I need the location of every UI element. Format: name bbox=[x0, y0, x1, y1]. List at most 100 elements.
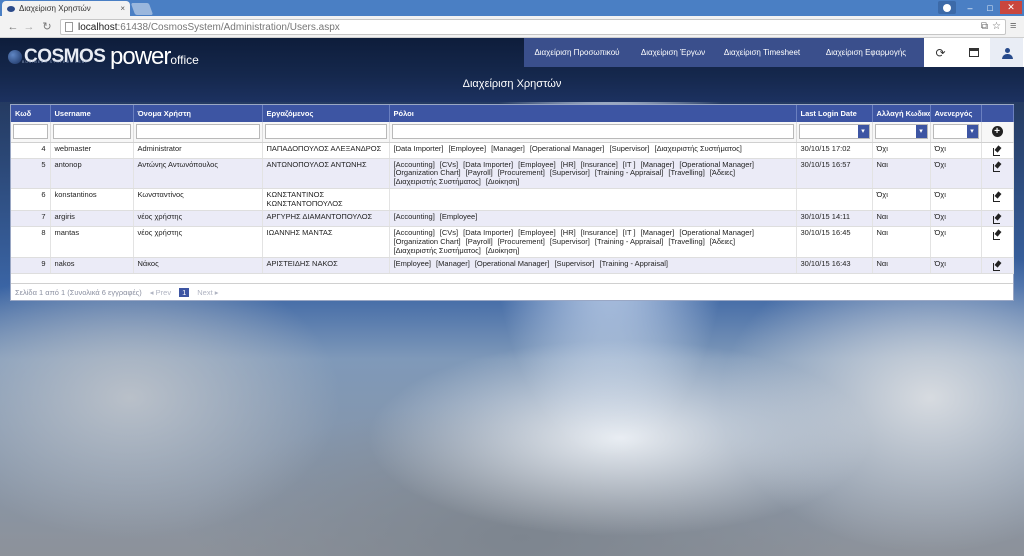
cosmos-logo: COSMOS bbox=[8, 45, 106, 69]
edit-icon[interactable] bbox=[992, 146, 1002, 156]
cell-display-name: Administrator bbox=[133, 142, 263, 159]
add-user-icon[interactable]: + bbox=[991, 126, 1003, 138]
role-tag: [Employee] bbox=[393, 259, 432, 269]
cell-last-login: 30/10/15 16:45 bbox=[796, 226, 873, 259]
col-header-roles[interactable]: Ρόλοι bbox=[389, 105, 797, 122]
edit-icon[interactable] bbox=[992, 162, 1002, 172]
maximize-button[interactable]: □ bbox=[982, 1, 998, 14]
table-row[interactable]: 4 webmaster Administrator ΠΑΠΑΔΟΠΟΥΛΟΣ ΑΛΕΞ… bbox=[11, 142, 1014, 159]
cell-display-name: Αντώνης Αντωνόπουλος bbox=[133, 158, 263, 190]
bookmark-star-icon[interactable]: ☆ bbox=[992, 21, 1001, 32]
cell-display-name: νέος χρήστης bbox=[133, 226, 263, 259]
edit-icon[interactable] bbox=[992, 261, 1002, 272]
url-input[interactable]: localhost :61438/CosmosSystem/Administra… bbox=[60, 19, 1006, 35]
minimize-button[interactable]: – bbox=[962, 1, 978, 14]
filter-display-name-input[interactable] bbox=[135, 124, 260, 140]
users-grid: Κωδ Username Όνομα Χρήστη Εργαζόμενος Ρό… bbox=[10, 104, 1014, 301]
poweroffice-logo: poweroffice bbox=[110, 43, 199, 71]
new-tab-button[interactable] bbox=[130, 3, 154, 15]
filter-change-password-select[interactable]: ▾ bbox=[874, 124, 928, 140]
refresh-icon[interactable]: ⟳ bbox=[924, 38, 957, 67]
cell-roles: [Accounting] [CVs] [Data Importer] [Employe… bbox=[389, 158, 797, 190]
cell-display-name: Κωνσταντίνος bbox=[133, 188, 263, 212]
edit-icon[interactable] bbox=[992, 214, 1002, 225]
filter-row: ▾ ▾ ▾ + bbox=[11, 122, 1014, 143]
filter-inactive-select[interactable]: ▾ bbox=[932, 124, 979, 140]
nav-item-application[interactable]: Διαχείριση Εφαρμογής bbox=[808, 38, 924, 67]
role-tag: [Operational Manager] bbox=[529, 143, 605, 153]
edit-icon[interactable] bbox=[992, 230, 1002, 241]
role-tag: [Άδειες] bbox=[709, 168, 736, 178]
power-logo-text: power bbox=[110, 43, 171, 70]
reload-icon[interactable]: ↻ bbox=[40, 20, 54, 34]
user-glyph bbox=[1001, 47, 1013, 59]
pager-page-1[interactable]: 1 bbox=[179, 287, 190, 297]
cell-username: nakos bbox=[50, 257, 134, 275]
role-tag: [Supervisor] bbox=[549, 237, 590, 247]
app-header: COSMOS BUSINESS SYSTEMS AEBE poweroffice… bbox=[0, 38, 1024, 102]
cell-actions bbox=[981, 158, 1014, 190]
grid-header-row: Κωδ Username Όνομα Χρήστη Εργαζόμενος Ρό… bbox=[11, 105, 1014, 122]
col-header-actions bbox=[981, 105, 1014, 122]
table-row[interactable]: 5 antonop Αντώνης Αντωνόπουλος ΑΝΤΩΝΟΠΟΥΛΟΣ… bbox=[11, 158, 1014, 190]
pager-next-button[interactable]: Next ▸ bbox=[197, 288, 218, 297]
nav-item-projects[interactable]: Διαχείριση Έργων bbox=[630, 38, 716, 67]
cell-employee: ΑΡΙΣΤΕΙΔΗΣ ΝΑΚΟΣ bbox=[262, 257, 390, 275]
col-header-inactive[interactable]: Ανενεργός bbox=[930, 105, 982, 122]
cosmos-logo-text: COSMOS bbox=[24, 46, 106, 67]
cell-id: 9 bbox=[11, 257, 51, 275]
user-menu-icon[interactable] bbox=[990, 38, 1023, 67]
back-arrow-icon[interactable]: ← bbox=[6, 20, 20, 34]
col-header-last-login[interactable]: Last Login Date bbox=[796, 105, 873, 122]
cell-last-login: 30/10/15 16:57 bbox=[796, 158, 873, 190]
col-header-change-password[interactable]: Αλλαγή Κωδικού bbox=[872, 105, 931, 122]
chevron-down-icon: ▾ bbox=[915, 125, 927, 139]
cell-id: 4 bbox=[11, 142, 51, 159]
browser-menu-icon[interactable]: ≡ bbox=[1010, 20, 1016, 32]
grid-body: 4 webmaster Administrator ΠΑΠΑΔΟΠΟΥΛΟΣ ΑΛΕΞ… bbox=[11, 142, 1014, 275]
window-icon[interactable] bbox=[957, 38, 990, 67]
pager-prev-button[interactable]: ◂ Prev bbox=[150, 288, 171, 297]
col-header-display-name[interactable]: Όνομα Χρήστη bbox=[133, 105, 263, 122]
browser-tab[interactable]: Διαχείριση Χρηστών × bbox=[2, 1, 130, 16]
cell-actions bbox=[981, 188, 1014, 212]
translate-icon[interactable]: ⧉ bbox=[981, 21, 988, 32]
edit-icon[interactable] bbox=[992, 192, 1002, 203]
nav-item-timesheet[interactable]: Διαχείριση Timesheet bbox=[716, 38, 808, 67]
profile-button[interactable] bbox=[938, 1, 956, 14]
cell-employee: ΑΡΓΥΡΗΣ ΔΙΑΜΑΝΤΟΠΟΥΛΟΣ bbox=[262, 210, 390, 228]
filter-username-input[interactable] bbox=[52, 124, 131, 140]
cell-employee: ΑΝΤΩΝΟΠΟΥΛΟΣ ΑΝΤΩΝΗΣ bbox=[262, 158, 390, 190]
cell-roles bbox=[389, 188, 797, 212]
cosmos-logo-subtitle: BUSINESS SYSTEMS AEBE bbox=[22, 60, 89, 64]
cell-username: antonop bbox=[50, 158, 134, 190]
role-tag: [Travelling] bbox=[668, 237, 705, 247]
cell-inactive: Όχι bbox=[930, 188, 982, 212]
col-header-employee[interactable]: Εργαζόμενος bbox=[262, 105, 390, 122]
table-row[interactable]: 7 argiris νέος χρήστης ΑΡΓΥΡΗΣ ΔΙΑΜΑΝΤΟΠΟΥΛ… bbox=[11, 210, 1014, 228]
cell-inactive: Όχι bbox=[930, 142, 982, 159]
filter-employee-input[interactable] bbox=[264, 124, 387, 140]
role-tag: [Διαχειριστής Συστήματος] bbox=[654, 143, 742, 153]
filter-roles-input[interactable] bbox=[391, 124, 794, 140]
cell-last-login: 30/10/15 17:02 bbox=[796, 142, 873, 159]
tab-close-icon[interactable]: × bbox=[120, 4, 125, 13]
col-header-username[interactable]: Username bbox=[50, 105, 134, 122]
role-tag: [Accounting] bbox=[393, 212, 435, 222]
nav-item-staff[interactable]: Διαχείριση Προσωπικού bbox=[524, 38, 630, 67]
table-row[interactable]: 9 nakos Νάκος ΑΡΙΣΤΕΙΔΗΣ ΝΑΚΟΣ [Employee] [Ma… bbox=[11, 257, 1014, 275]
chevron-down-icon: ▾ bbox=[966, 125, 978, 139]
cell-employee: ΚΩΝΣΤΑΝΤΙΝΟΣ ΚΩΝΣΤΑΝΤΟΠΟΥΛΟΣ bbox=[262, 188, 390, 212]
col-header-id[interactable]: Κωδ bbox=[11, 105, 51, 122]
filter-last-login-select[interactable]: ▾ bbox=[798, 124, 870, 140]
role-tag: [Manager] bbox=[491, 143, 525, 153]
url-host: localhost bbox=[78, 21, 118, 33]
forward-arrow-icon[interactable]: → bbox=[22, 20, 36, 34]
cell-display-name: νέος χρήστης bbox=[133, 210, 263, 228]
role-tag: [Άδειες] bbox=[709, 237, 736, 247]
cell-actions bbox=[981, 257, 1014, 275]
table-row[interactable]: 6 konstantinos Κωνσταντίνος ΚΩΝΣΤΑΝΤΙΝΟΣ ΚΩ… bbox=[11, 188, 1014, 212]
table-row[interactable]: 8 mantas νέος χρήστης ΙΩΑΝΝΗΣ ΜΑΝΤΑΣ [Accoun… bbox=[11, 226, 1014, 259]
filter-id-input[interactable] bbox=[13, 124, 48, 140]
close-window-button[interactable]: ✕ bbox=[1000, 1, 1022, 14]
